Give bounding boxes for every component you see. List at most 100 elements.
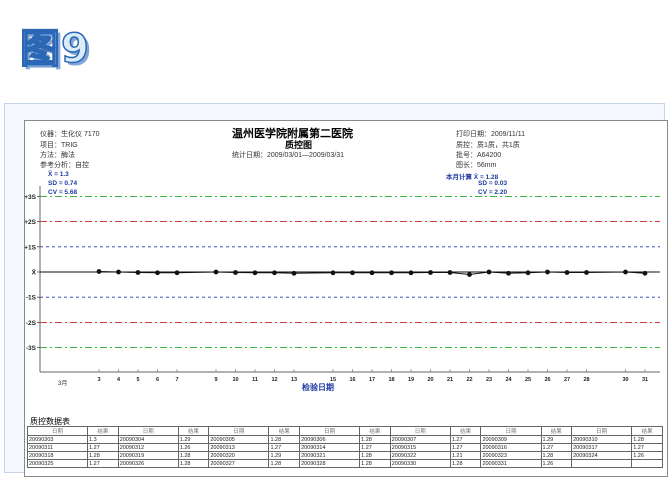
table-cell: 1.3 (87, 435, 119, 444)
table-cell: 20090311 (26, 443, 89, 452)
qc-data-point (389, 270, 394, 276)
table-cell: 1.27 (359, 443, 391, 452)
qc-data-point (272, 270, 277, 276)
qc-data-point (584, 270, 589, 275)
x-tick-label: 16 (349, 377, 355, 383)
x-tick-label: 11 (252, 377, 258, 383)
table-cell: 1.26 (177, 443, 210, 452)
x-tick-label: 30 (622, 377, 628, 383)
table-cell: 1.26 (631, 451, 663, 460)
table-cell: 1.27 (87, 443, 119, 452)
qc-data-point (486, 269, 492, 275)
x-tick-label: 23 (486, 377, 492, 383)
qc-data-point (428, 270, 433, 275)
table-cell: 1.28 (449, 459, 482, 468)
qc-table-header-cell: 日期 (26, 426, 89, 436)
x-tick-label: 3 (97, 377, 100, 383)
x-axis-label: 检验日期 (302, 382, 334, 392)
table-cell: 1.21 (449, 451, 482, 460)
qc-data-point (350, 270, 355, 276)
table-cell: 1.26 (540, 459, 573, 468)
table-cell: 20090320 (208, 451, 270, 460)
x-tick-label: 27 (564, 377, 570, 383)
x-tick-label: 26 (544, 377, 550, 383)
table-cell: 1.29 (177, 435, 210, 444)
qc-table-header-cell: 结果 (268, 426, 301, 436)
x-tick-label: 10 (232, 377, 238, 383)
qc-data-point (233, 270, 238, 275)
table-cell: 20090304 (117, 435, 179, 444)
qc-data-point (506, 270, 511, 276)
table-cell: 20090303 (26, 435, 89, 444)
qc-data-point (96, 269, 102, 274)
table-row: 20090303 1.3 20090304 1.29 20090305 1.28 20090… (26, 435, 663, 444)
qc-data-point (213, 269, 219, 275)
table-cell: 20090317 (571, 443, 633, 452)
table-cell: 20090310 (571, 435, 633, 444)
x-tick-label: 19 (408, 377, 414, 383)
x-tick-label: 12 (271, 377, 277, 383)
table-cell: 1.28 (87, 451, 119, 460)
qc-data-point (467, 272, 472, 277)
table-cell: 20090323 (480, 451, 542, 460)
table-cell: 1.28 (359, 459, 391, 468)
x-tick-label: 4 (117, 377, 121, 383)
qc-data-table: 日期 结果 日期 结果 日期 结果 日期 结果 日期 结果 日期 结果 日期 结果 20090303 1.3… (26, 426, 663, 468)
table-cell: 20090326 (117, 459, 179, 468)
table-cell: 20090315 (389, 443, 451, 452)
table-cell: 20090319 (117, 451, 179, 460)
x-tick-label: 21 (447, 377, 453, 383)
qc-data-point (623, 269, 628, 275)
qc-table-header-cell: 结果 (87, 426, 119, 436)
table-cell: 1.28 (268, 435, 301, 444)
qc-table-header-cell: 日期 (571, 426, 633, 436)
y-tick-label: +3S (24, 194, 36, 201)
x-tick-label: 5 (136, 377, 139, 383)
y-tick-label: +1S (24, 244, 36, 251)
qc-table-header-cell: 日期 (117, 426, 179, 436)
table-cell: 1.28 (359, 451, 391, 460)
table-cell: 20090305 (208, 435, 270, 444)
qc-table-header-cell: 结果 (540, 426, 573, 436)
table-row: 20090325 1.27 20090326 1.28 20090327 1.28 2009… (26, 459, 663, 468)
table-cell: 20090322 (389, 451, 451, 460)
table-cell: 20090328 (299, 459, 361, 468)
table-cell (571, 459, 633, 468)
qc-data-point (252, 270, 258, 276)
table-cell: 1.29 (268, 451, 301, 460)
table-cell: 20090331 (480, 459, 542, 468)
qc-data-point (330, 270, 336, 276)
qc-table-header-cell: 日期 (480, 426, 542, 436)
qc-table-header-row: 日期 结果 日期 结果 日期 结果 日期 结果 日期 结果 日期 结果 日期 结果 (26, 426, 663, 436)
qc-table-header-cell: 结果 (359, 426, 391, 436)
x-tick-label: 9 (214, 377, 217, 383)
qc-data-point (174, 270, 180, 276)
table-row: 20090318 1.28 20090319 1.28 20090320 1.29 2009… (26, 451, 663, 460)
qc-data-point (116, 269, 121, 275)
x-tick-label: 13 (291, 377, 297, 383)
y-tick-label: +2S (24, 219, 36, 226)
y-tick-label: X̄ (32, 268, 37, 277)
x-tick-label: 18 (388, 377, 394, 383)
table-cell: 20090309 (480, 435, 542, 444)
table-cell: 1.28 (631, 435, 663, 444)
table-cell: 1.27 (540, 443, 573, 452)
qc-data-point (291, 270, 297, 276)
x-tick-label: 17 (369, 377, 375, 383)
y-tick-label: -2S (26, 320, 37, 327)
qc-data-point (642, 270, 648, 276)
qc-data-point (545, 269, 550, 275)
table-cell: 1.27 (87, 459, 119, 468)
qc-table-header-cell: 日期 (389, 426, 451, 436)
table-cell: 1.29 (540, 435, 573, 444)
x-tick-label: 6 (156, 377, 159, 383)
table-cell (631, 459, 663, 468)
qc-data-point (408, 270, 414, 276)
x-tick-label: 28 (583, 377, 589, 383)
y-tick-label: -3S (26, 345, 37, 352)
table-cell: 1.28 (177, 451, 210, 460)
x-tick-label: 31 (642, 377, 648, 383)
x-month-label: 3月 (58, 380, 67, 387)
qc-table-header-cell: 结果 (449, 426, 482, 436)
x-tick-label: 22 (466, 377, 472, 383)
